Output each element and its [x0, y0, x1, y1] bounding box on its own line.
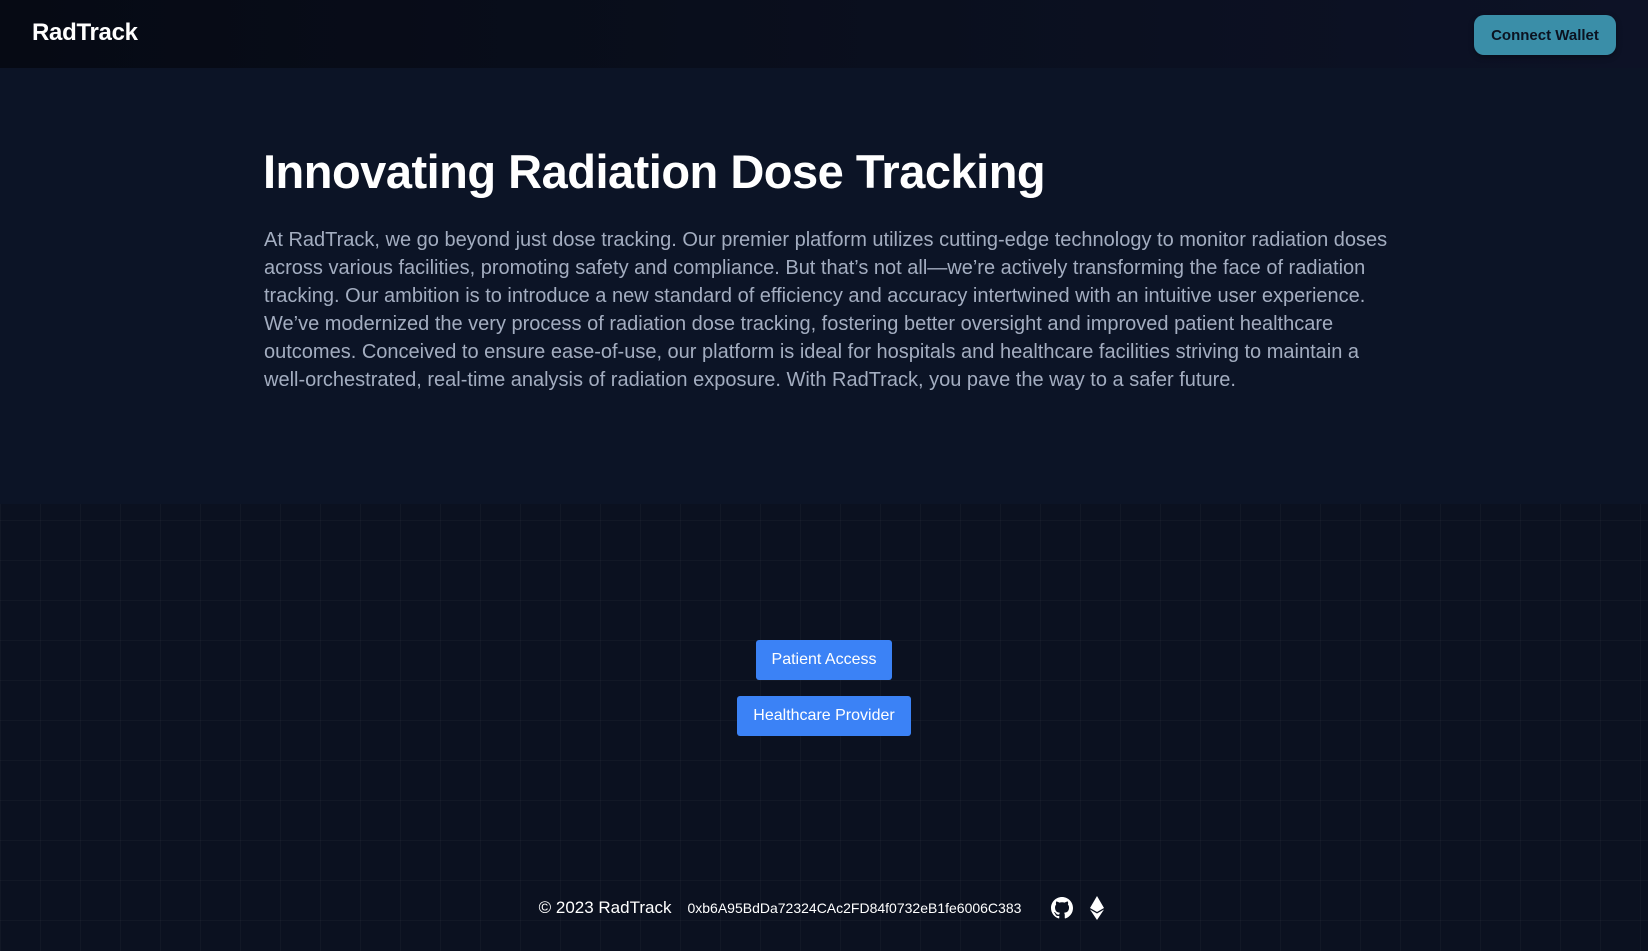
page-title: Innovating Radiation Dose Tracking: [263, 145, 1046, 198]
footer: © 2023 RadTrack 0xb6A95BdDa72324CAc2FD84…: [0, 896, 1648, 920]
access-buttons: Patient Access Healthcare Provider: [0, 640, 1648, 736]
patient-access-button[interactable]: Patient Access: [755, 640, 893, 680]
ethereum-icon[interactable]: [1085, 896, 1109, 920]
github-icon[interactable]: [1050, 896, 1074, 920]
healthcare-provider-button[interactable]: Healthcare Provider: [737, 696, 911, 736]
logo[interactable]: RadTrack: [32, 19, 138, 47]
page: RadTrack Connect Wallet Innovating Radia…: [0, 0, 1648, 951]
top-navigation-bar: RadTrack Connect Wallet: [0, 0, 1648, 69]
copyright-text: © 2023 RadTrack: [538, 898, 672, 917]
hero-description: At RadTrack, we go beyond just dose trac…: [264, 229, 1388, 391]
hero-section: Innovating Radiation Dose Tracking At Ra…: [0, 68, 1648, 504]
wallet-address: 0xb6A95BdDa72324CAc2FD84f0732eB1fe6006C3…: [687, 900, 1022, 916]
connect-wallet-button[interactable]: Connect Wallet: [1474, 15, 1616, 55]
